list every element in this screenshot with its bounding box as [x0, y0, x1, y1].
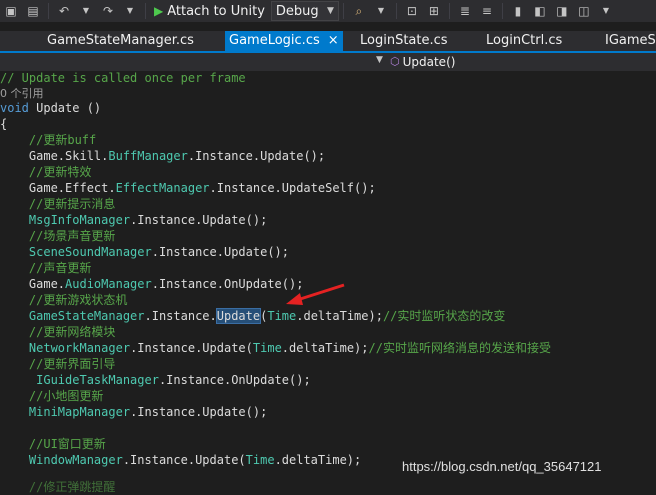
clear-bookmarks-icon[interactable]: ◫	[576, 3, 592, 19]
undo-dropdown-icon[interactable]: ▼	[78, 3, 94, 19]
code-line: //更新网络模块	[0, 324, 115, 340]
code-comment: //实时监听网络消息的发送和接受	[368, 341, 551, 355]
code-line: Game.Skill.BuffManager.Instance.Update()…	[0, 149, 326, 163]
editor-tab-bar: GameStateManager.cs GameLogic.cs × LoginS…	[0, 31, 656, 51]
annotation-arrow	[286, 283, 345, 305]
chevron-down-icon: ▼	[327, 6, 334, 16]
code-line: //UI窗口更新	[0, 436, 106, 452]
code-comment: //声音更新	[28, 261, 92, 275]
code-line: void Update ()	[0, 100, 101, 116]
uncomment-lines-icon[interactable]: ≡	[479, 3, 495, 19]
tab-label: LoginState.cs	[360, 33, 448, 48]
member-dropdown[interactable]: ⬡ Update()	[390, 53, 455, 71]
tab-loginctrl[interactable]: LoginCtrl.cs	[486, 31, 562, 51]
close-icon[interactable]: ×	[328, 33, 339, 48]
code-line: Game.Effect.EffectManager.Instance.Updat…	[0, 181, 376, 195]
redo-icon[interactable]: ↷	[100, 3, 116, 19]
code-line: //更新游戏状态机	[0, 292, 127, 308]
save-all-icon[interactable]: ▤	[25, 3, 41, 19]
tab-loginstate[interactable]: LoginState.cs	[360, 31, 448, 51]
play-icon[interactable]: ▶	[154, 4, 163, 18]
code-comment: //小地图更新	[28, 389, 104, 403]
code-comment: //UI窗口更新	[28, 437, 106, 451]
format-icon[interactable]: ⊞	[426, 3, 442, 19]
tab-igamestate[interactable]: IGameSta	[605, 31, 656, 51]
tab-gamelogic[interactable]: GameLogic.cs ×	[225, 31, 343, 51]
code-line: MiniMapManager.Instance.Update();	[28, 405, 268, 419]
code-text: Update ()	[28, 101, 102, 115]
find-in-files-icon[interactable]: ⌕	[351, 3, 367, 19]
code-comment: //更新buff	[28, 133, 97, 147]
toolbar-separator	[342, 3, 344, 19]
code-line: //更新buff	[0, 132, 96, 148]
toolbar-separator	[48, 3, 49, 19]
code-keyword: void	[0, 101, 29, 115]
code-text: {	[0, 117, 8, 131]
overflow-dropdown-icon[interactable]: ▼	[598, 3, 614, 19]
toolbar-separator	[395, 3, 397, 19]
chevron-down-icon[interactable]: ▼	[376, 55, 383, 65]
next-bookmark-icon[interactable]: ◨	[554, 3, 570, 19]
code-line: GameStateManager.Instance.Update(Time.de…	[28, 308, 506, 324]
tab-gamestatemanager[interactable]: GameStateManager.cs	[47, 31, 194, 51]
code-line: IGuideTaskManager.Instance.OnUpdate();	[36, 373, 311, 387]
code-line: //场景声音更新	[0, 228, 115, 244]
prev-bookmark-icon[interactable]: ◧	[532, 3, 548, 19]
tab-label: IGameSta	[605, 33, 656, 48]
code-line: // Update is called once per frame	[0, 70, 246, 86]
toolbar-separator	[448, 3, 450, 19]
undo-icon[interactable]: ↶	[56, 3, 72, 19]
tab-label: GameStateManager.cs	[47, 33, 194, 48]
method-icon: ⬡	[390, 55, 400, 68]
code-editor[interactable]: // Update is called once per frame 0 个引用…	[0, 70, 656, 494]
code-comment: //修正弹跳提醒	[28, 480, 116, 494]
code-comment: //更新特效	[28, 165, 92, 179]
arrow-shaft	[293, 283, 345, 303]
selected-text[interactable]: Update	[215, 308, 262, 324]
references-codelens[interactable]: 0 个引用	[0, 87, 44, 100]
configuration-dropdown[interactable]: Debug ▼	[270, 1, 339, 21]
code-comment: //更新游戏状态机	[28, 293, 128, 307]
code-line: NetworkManager.Instance.Update(Time.delt…	[28, 341, 551, 355]
code-comment: //更新界面引导	[28, 357, 116, 371]
code-line: {	[0, 116, 7, 132]
code-line: SceneSoundManager.Instance.Update();	[28, 245, 290, 259]
toolbar-separator	[501, 3, 503, 19]
save-icon[interactable]: ▣	[3, 3, 19, 19]
code-line: 0 个引用	[0, 85, 44, 101]
arrow-head	[286, 293, 303, 305]
navigation-bar: ▼ ⬡ Update()	[0, 53, 656, 71]
comment-lines-icon[interactable]: ≣	[457, 3, 473, 19]
code-comment: //更新提示消息	[28, 197, 116, 211]
configuration-value: Debug	[275, 3, 319, 19]
code-line: MsgInfoManager.Instance.Update();	[28, 213, 268, 227]
code-line: //声音更新	[0, 260, 91, 276]
code-comment: //更新网络模块	[28, 325, 116, 339]
attach-to-unity-button[interactable]: Attach to Unity	[167, 4, 265, 19]
code-line: //修正弹跳提醒	[0, 479, 115, 495]
code-line: Game.AudioManager.Instance.OnUpdate();	[0, 277, 304, 291]
tab-label: LoginCtrl.cs	[486, 33, 563, 48]
code-comment: // Update is called once per frame	[0, 71, 246, 85]
toolbar: ▣ ▤ ↶ ▼ ↷ ▼ ▶ Attach to Unity Debug ▼ ⌕ …	[0, 0, 656, 22]
code-line: //更新界面引导	[0, 356, 115, 372]
tab-label: GameLogic.cs	[229, 33, 320, 48]
find-dropdown-icon[interactable]: ▼	[373, 3, 389, 19]
code-line: //更新特效	[0, 164, 91, 180]
code-line: //更新提示消息	[0, 196, 115, 212]
code-comment: //场景声音更新	[28, 229, 116, 243]
code-line: WindowManager.Instance.Update(Time.delta…	[28, 453, 362, 467]
navigate-icon[interactable]: ⊡	[404, 3, 420, 19]
watermark: https://blog.csdn.net/qq_35647121	[402, 459, 602, 474]
code-line: //小地图更新	[0, 388, 103, 404]
bookmark-icon[interactable]: ▮	[510, 3, 526, 19]
code-comment: //实时监听状态的改变	[382, 309, 506, 323]
toolbar-separator	[145, 3, 146, 19]
member-label: Update()	[402, 55, 456, 69]
redo-dropdown-icon[interactable]: ▼	[122, 3, 138, 19]
